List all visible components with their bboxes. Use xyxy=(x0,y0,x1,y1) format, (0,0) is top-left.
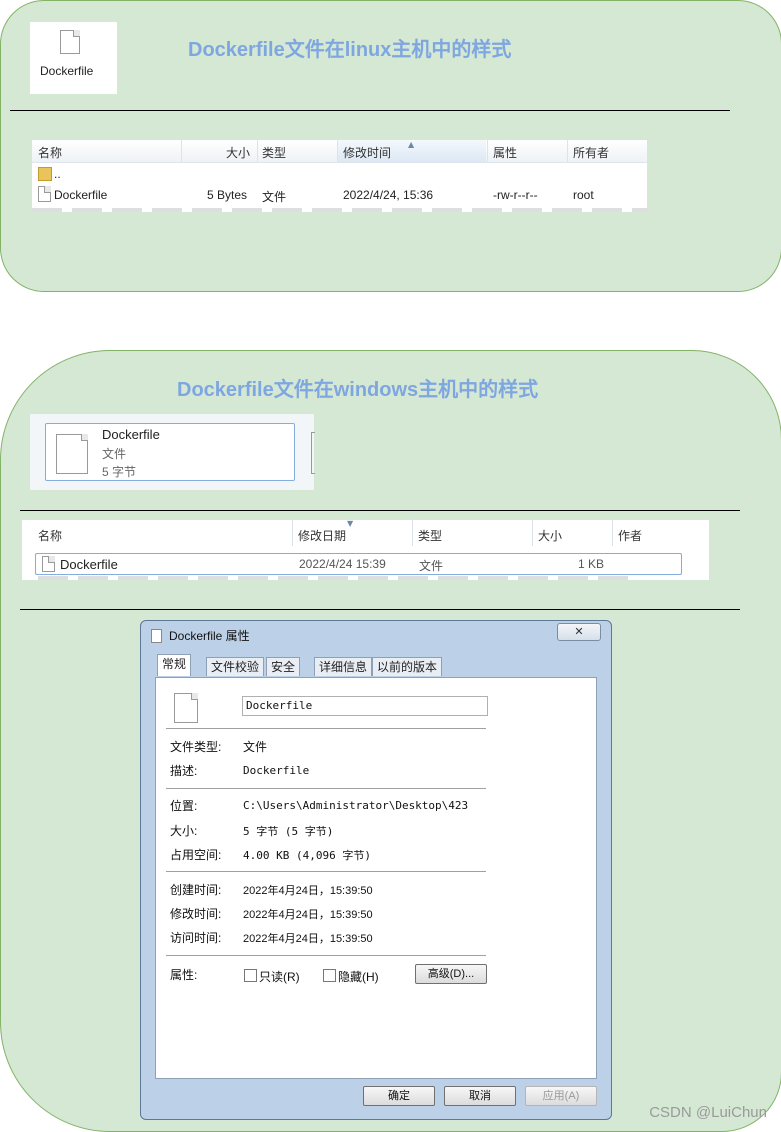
properties-dialog: Dockerfile 属性 ✕ 常规 文件校验 安全 详细信息 以前的版本 Do… xyxy=(140,620,612,1120)
value-file-type: 文件 xyxy=(243,740,268,754)
tab-details[interactable]: 详细信息 xyxy=(314,657,373,676)
label-size: 大小: xyxy=(170,824,198,838)
linux-icon-label: Dockerfile xyxy=(40,64,94,78)
row-type: 文件 xyxy=(419,559,444,573)
close-button[interactable]: ✕ xyxy=(557,623,601,641)
tile-item[interactable]: Dockerfile 文件 5 字节 xyxy=(45,423,295,481)
value-modified: 2022年4月24日，15:39:50 xyxy=(243,909,373,921)
label-attributes: 属性: xyxy=(170,968,198,982)
label-disk-size: 占用空间: xyxy=(170,848,222,862)
label-desc: 描述: xyxy=(170,764,198,778)
cut-off-row xyxy=(32,208,647,212)
linux-file-list: 名称 大小 类型 修改时间 属性 所有者 ▲ .. Dockerfile 5 B… xyxy=(32,140,647,212)
col-modified[interactable]: 修改时间 xyxy=(343,144,391,161)
divider xyxy=(20,510,740,511)
divider xyxy=(20,609,740,610)
label-location: 位置: xyxy=(170,799,198,813)
tile-type: 文件 xyxy=(102,447,127,461)
next-tile-edge xyxy=(311,432,315,474)
filename-value: Dockerfile xyxy=(246,699,313,712)
watermark: CSDN @LuiChun xyxy=(649,1104,767,1121)
advanced-button[interactable]: 高级(D)... xyxy=(415,964,487,984)
cut-off-row xyxy=(38,576,638,580)
sort-arrow-icon: ▼ xyxy=(347,520,354,528)
col-name[interactable]: 名称 xyxy=(38,527,62,544)
row-size: 1 KB xyxy=(578,557,605,571)
hidden-checkbox[interactable] xyxy=(323,969,336,982)
row-name: Dockerfile xyxy=(60,557,118,572)
label-file-type: 文件类型: xyxy=(170,740,222,754)
value-size: 5 字节 (5 字节) xyxy=(243,825,334,838)
file-icon xyxy=(38,186,51,202)
row-name: Dockerfile xyxy=(54,188,108,202)
file-icon xyxy=(42,556,55,572)
col-type[interactable]: 类型 xyxy=(262,144,286,161)
file-icon xyxy=(151,629,162,643)
linux-section-title: Dockerfile文件在linux主机中的样式 xyxy=(188,39,512,61)
folder-icon xyxy=(38,167,52,181)
tab-general[interactable]: 常规 xyxy=(157,654,192,676)
windows-tile-view: Dockerfile 文件 5 字节 xyxy=(30,414,315,490)
row-size: 5 Bytes xyxy=(207,188,248,202)
label-created: 创建时间: xyxy=(170,883,222,897)
readonly-label[interactable]: 只读(R) xyxy=(259,968,300,985)
windows-section-title: Dockerfile文件在windows主机中的样式 xyxy=(177,379,539,401)
tab-security[interactable]: 安全 xyxy=(266,657,301,676)
sort-arrow-icon: ▲ xyxy=(408,140,415,149)
windows-file-list: 名称 修改日期 类型 大小 作者 ▼ Dockerfile 2022/4/24 … xyxy=(22,520,709,580)
dialog-title: Dockerfile 属性 xyxy=(169,629,250,643)
label-accessed: 访问时间: xyxy=(170,931,222,945)
hidden-label[interactable]: 隐藏(H) xyxy=(338,968,379,985)
filename-field[interactable]: Dockerfile xyxy=(242,696,488,716)
apply-button[interactable]: 应用(A) xyxy=(525,1086,597,1106)
tab-checksum[interactable]: 文件校验 xyxy=(206,657,265,676)
ok-button[interactable]: 确定 xyxy=(363,1086,435,1106)
row-modified: 2022/4/24 15:39 xyxy=(299,557,386,571)
file-icon xyxy=(56,434,88,474)
col-type[interactable]: 类型 xyxy=(418,527,442,544)
tile-size: 5 字节 xyxy=(102,465,137,479)
value-created: 2022年4月24日，15:39:50 xyxy=(243,885,373,897)
col-owner[interactable]: 所有者 xyxy=(573,144,609,161)
value-desc: Dockerfile xyxy=(243,764,310,777)
row-type: 文件 xyxy=(262,190,287,204)
parent-dir-label: .. xyxy=(54,167,61,181)
table-row[interactable]: Dockerfile 2022/4/24 15:39 文件 1 KB xyxy=(35,553,682,575)
row-attrs: -rw-r--r-- xyxy=(493,188,538,202)
value-accessed: 2022年4月24日，15:39:50 xyxy=(243,933,373,945)
row-owner: root xyxy=(573,188,594,202)
col-size[interactable]: 大小 xyxy=(226,144,250,161)
col-author[interactable]: 作者 xyxy=(618,527,642,544)
value-location: C:\Users\Administrator\Desktop\423 xyxy=(243,799,469,812)
col-name[interactable]: 名称 xyxy=(38,144,62,161)
cancel-button[interactable]: 取消 xyxy=(444,1086,516,1106)
file-icon xyxy=(60,30,80,54)
tab-previous-versions[interactable]: 以前的版本 xyxy=(372,657,443,676)
tile-name: Dockerfile xyxy=(102,427,160,442)
value-disk-size: 4.00 KB (4,096 字节) xyxy=(243,849,371,862)
label-modified: 修改时间: xyxy=(170,907,222,921)
divider xyxy=(10,110,730,111)
col-modified[interactable]: 修改日期 xyxy=(298,527,346,544)
readonly-checkbox[interactable] xyxy=(244,969,257,982)
file-icon xyxy=(174,693,198,723)
general-tab-content: Dockerfile 文件类型: 文件 描述: Dockerfile 位置: C… xyxy=(155,677,597,1079)
linux-file-icon-tile[interactable]: Dockerfile xyxy=(30,22,117,94)
row-modified: 2022/4/24, 15:36 xyxy=(343,188,434,202)
col-attrs[interactable]: 属性 xyxy=(493,144,517,161)
col-size[interactable]: 大小 xyxy=(538,527,562,544)
